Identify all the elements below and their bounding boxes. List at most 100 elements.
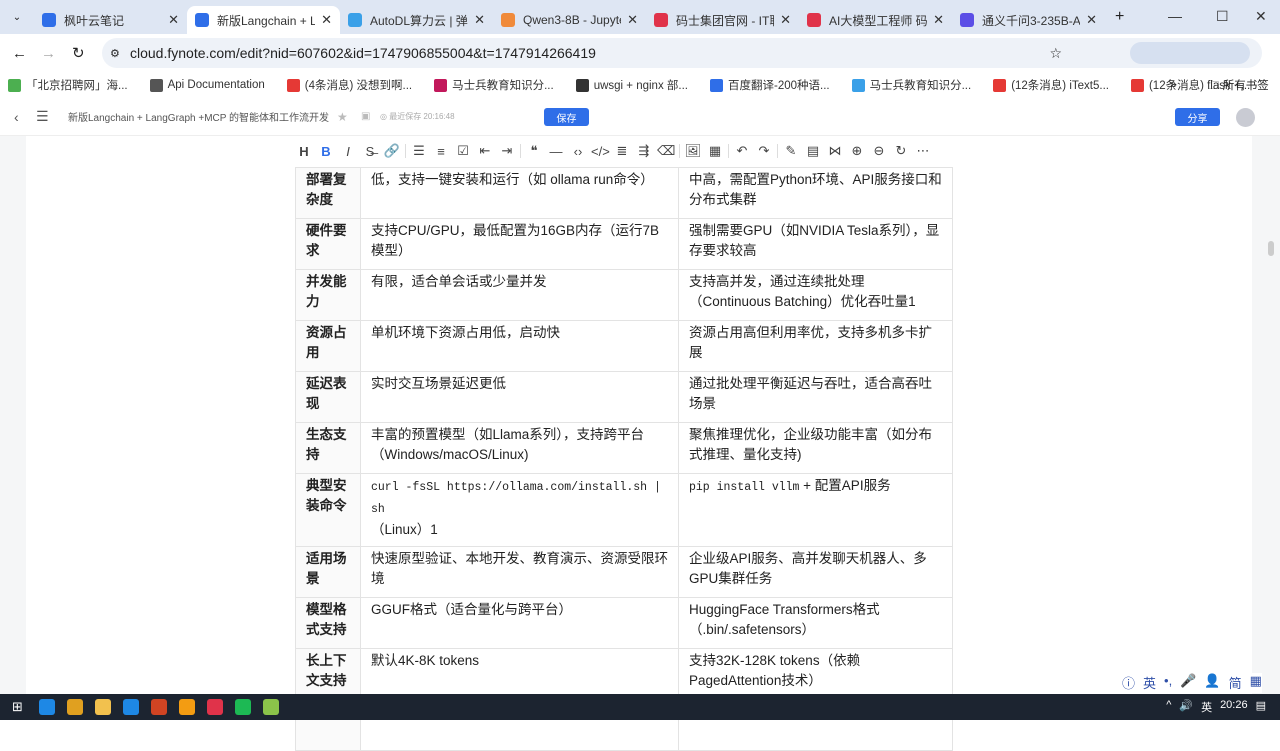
table-cell[interactable]: HuggingFace Transformers格式（.bin/.safeten…	[678, 597, 953, 649]
table-cell[interactable]: GGUF格式（适合量化与跨平台）	[360, 597, 679, 649]
outdent-icon[interactable]: ⇤	[476, 143, 494, 159]
row-header[interactable]: 资源占用	[295, 320, 361, 372]
image-icon[interactable]: 🖼	[684, 143, 702, 159]
history-icon[interactable]: ▣	[361, 111, 370, 122]
share-button[interactable]: 分享	[1175, 108, 1220, 126]
doc-title[interactable]: 新版Langchain + LangGraph +MCP 的智能体和工作流开发	[68, 109, 329, 124]
code-inline-icon[interactable]: ‹›	[569, 144, 587, 159]
tray-language[interactable]: 英	[1201, 699, 1212, 715]
bookmark-item[interactable]: uwsgi + nginx 部...	[575, 77, 688, 93]
close-window-button[interactable]: ✕	[1255, 8, 1267, 25]
new-tab-button[interactable]: +	[1115, 8, 1124, 26]
tray-expand-icon[interactable]: ^	[1166, 699, 1171, 715]
quote-icon[interactable]: ❝	[525, 143, 543, 159]
row-header[interactable]: 延迟表现	[295, 371, 361, 423]
row-header[interactable]: 硬件要求	[295, 218, 361, 270]
table-cell[interactable]: pip install vllm + 配置API服务	[678, 473, 953, 547]
table-cell[interactable]: 中高，需配置Python环境、API服务接口和分布式集群	[678, 167, 953, 219]
align-icon[interactable]: ≣	[613, 143, 631, 159]
more-icon[interactable]: ⋯	[914, 143, 932, 159]
back-button[interactable]: ←	[12, 45, 27, 62]
checklist-icon[interactable]: ☑	[454, 143, 472, 159]
all-bookmarks-button[interactable]: 🗀 所有书签	[1208, 77, 1269, 97]
row-header[interactable]: 并发能力	[295, 269, 361, 321]
bookmark-item[interactable]: (4条消息) 没想到啊...	[286, 77, 412, 93]
table-cell[interactable]: 支持32K-128K tokens（依赖PagedAttention技术）	[678, 648, 953, 700]
undo-icon[interactable]: ↶	[733, 143, 751, 159]
start-icon[interactable]: ⊞	[12, 699, 23, 715]
row-header[interactable]: 典型安装命令	[295, 473, 361, 547]
table-icon[interactable]: ▦	[706, 143, 724, 159]
table-cell[interactable]: 低，支持一键安装和运行（如 ollama run命令）	[360, 167, 679, 219]
row-header[interactable]: 模型格式支持	[295, 597, 361, 649]
link-icon[interactable]: 🔗	[383, 143, 401, 159]
zoom-in-icon[interactable]: ⊕	[848, 143, 866, 159]
url-field[interactable]: ⚙ cloud.fynote.com/edit?nid=607602&id=174…	[102, 38, 1262, 68]
strikethrough-icon[interactable]: S̶	[361, 144, 379, 159]
maximize-button[interactable]: ☐	[1216, 8, 1229, 25]
heading-icon[interactable]: H	[295, 144, 313, 159]
menu-icon[interactable]: ☰	[36, 108, 49, 125]
bookmark-item[interactable]: 百度翻译-200种语...	[709, 77, 830, 93]
browser-tab[interactable]: 新版Langchain + La ✕	[187, 6, 340, 34]
table-cell[interactable]: 实时交互场景延迟更低	[360, 371, 679, 423]
back-icon[interactable]: ‹	[14, 109, 19, 125]
table-cell[interactable]: 强制需要GPU（如NVIDIA Tesla系列），显存要求较高	[678, 218, 953, 270]
ime-punct-icon[interactable]: •,	[1164, 673, 1172, 693]
divider-icon[interactable]: —	[547, 144, 565, 159]
profile-button[interactable]	[1130, 42, 1250, 64]
browser-tab[interactable]: 枫叶云笔记 ✕	[34, 6, 187, 34]
tab-close-icon[interactable]: ✕	[168, 12, 179, 28]
save-button[interactable]: 保存	[544, 108, 589, 126]
tab-search-button[interactable]: ⌄	[0, 12, 34, 23]
browser-tab[interactable]: AutoDL算力云 | 弹性 ✕	[340, 6, 493, 34]
bookmark-item[interactable]: 马士兵教育知识分...	[851, 77, 971, 93]
explorer-icon[interactable]	[94, 699, 111, 715]
browser-tab[interactable]: Qwen3-8B - Jupyte ✕	[493, 6, 646, 34]
table-cell[interactable]: 有限，适合单会话或少量并发	[360, 269, 679, 321]
browser-tab[interactable]: 通义千问3-235B-A2 ✕	[952, 6, 1105, 34]
app-icon[interactable]	[122, 699, 139, 715]
bullet-list-icon[interactable]: ☰	[410, 143, 428, 159]
bookmark-item[interactable]: 「北京招聘网」海...	[8, 77, 128, 93]
table-cell[interactable]: 单机环境下资源占用低，启动快	[360, 320, 679, 372]
tab-close-icon[interactable]: ✕	[1086, 12, 1097, 28]
tab-close-icon[interactable]: ✕	[933, 12, 944, 28]
edge-icon[interactable]	[38, 699, 55, 715]
ime-user-icon[interactable]: 👤	[1204, 673, 1220, 693]
bookmark-item[interactable]: 马士兵教育知识分...	[434, 77, 554, 93]
row-header[interactable]: 部署复杂度	[295, 167, 361, 219]
zoom-out-icon[interactable]: ⊖	[870, 143, 888, 159]
table-cell[interactable]: 通过批处理平衡延迟与吞吐，适合高吞吐场景	[678, 371, 953, 423]
notification-icon[interactable]: ▤	[1256, 699, 1266, 715]
table-cell[interactable]: 支持高并发，通过连续批处理（Continuous Batching）优化吞吐量1	[678, 269, 953, 321]
table-cell[interactable]: 快速原型验证、本地开发、教育演示、资源受限环境	[360, 546, 679, 598]
ime-simplified[interactable]: 简	[1229, 673, 1242, 693]
table-cell[interactable]: 默认4K-8K tokens	[360, 648, 679, 700]
chrome-icon[interactable]	[66, 699, 83, 715]
refresh-icon[interactable]: ↻	[892, 143, 910, 159]
ordered-list-icon[interactable]: ≡	[432, 144, 450, 159]
format-icon[interactable]: ⇶	[635, 143, 653, 159]
ime-grid-icon[interactable]: ▦	[1250, 673, 1262, 693]
table-cell[interactable]: curl -fsSL https://ollama.com/install.sh…	[360, 473, 679, 547]
row-header[interactable]: 生态支持	[295, 422, 361, 474]
pen-icon[interactable]: ✎	[782, 143, 800, 159]
mindmap-icon[interactable]: ⋈	[826, 143, 844, 159]
powerpoint-icon[interactable]	[150, 699, 167, 715]
notepad-icon[interactable]	[262, 699, 279, 715]
pycharm-icon[interactable]	[234, 699, 251, 715]
app3-icon[interactable]	[206, 699, 223, 715]
table-cell[interactable]: 聚焦推理优化，企业级功能丰富（如分布式推理、量化支持)	[678, 422, 953, 474]
row-header[interactable]: 长上下文支持	[295, 648, 361, 700]
tab-close-icon[interactable]: ✕	[780, 12, 791, 28]
scrollbar[interactable]	[1268, 241, 1274, 256]
app2-icon[interactable]	[178, 699, 195, 715]
browser-tab[interactable]: AI大模型工程师 码士 ✕	[799, 6, 952, 34]
table-cell[interactable]: 支持CPU/GPU，最低配置为16GB内存（运行7B模型）	[360, 218, 679, 270]
code-block-icon[interactable]: </>	[591, 144, 610, 159]
ime-mic-icon[interactable]: 🎤	[1180, 673, 1196, 693]
bookmark-item[interactable]: (12条消息) iText5...	[993, 77, 1109, 93]
tab-close-icon[interactable]: ✕	[474, 12, 485, 28]
ime-logo-icon[interactable]: ⓘ	[1122, 673, 1135, 693]
